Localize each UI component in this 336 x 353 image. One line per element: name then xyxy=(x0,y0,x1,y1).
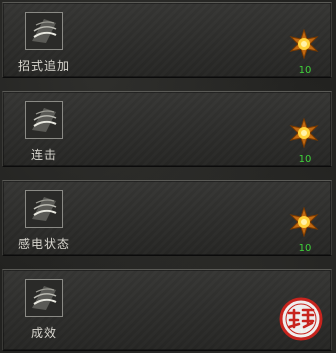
gold-star-icon xyxy=(289,118,319,148)
blade-skill-icon[interactable] xyxy=(25,12,63,50)
skill-name: 感电状态 xyxy=(17,237,70,251)
blade-skill-icon[interactable] xyxy=(25,190,63,228)
skill-row: 招式追加 10 xyxy=(2,2,332,78)
skill-name: 招式追加 xyxy=(17,59,70,73)
gold-star-icon xyxy=(289,207,319,237)
watermark-seal-icon xyxy=(278,296,324,342)
skill-level: 10 xyxy=(298,243,312,254)
skill-name: 连击 xyxy=(30,148,57,162)
skill-level: 10 xyxy=(298,65,312,76)
skill-row: 感电状态 10 xyxy=(2,180,332,256)
skill-tree-panel: 招式追加 10 连击 10 感电状态 10 成效 xyxy=(0,0,336,353)
skill-name: 成效 xyxy=(30,326,57,340)
blade-skill-icon[interactable] xyxy=(25,279,63,317)
skill-row: 连击 10 xyxy=(2,91,332,167)
blade-skill-icon[interactable] xyxy=(25,101,63,139)
skill-level: 10 xyxy=(298,154,312,165)
gold-star-icon xyxy=(289,29,319,59)
